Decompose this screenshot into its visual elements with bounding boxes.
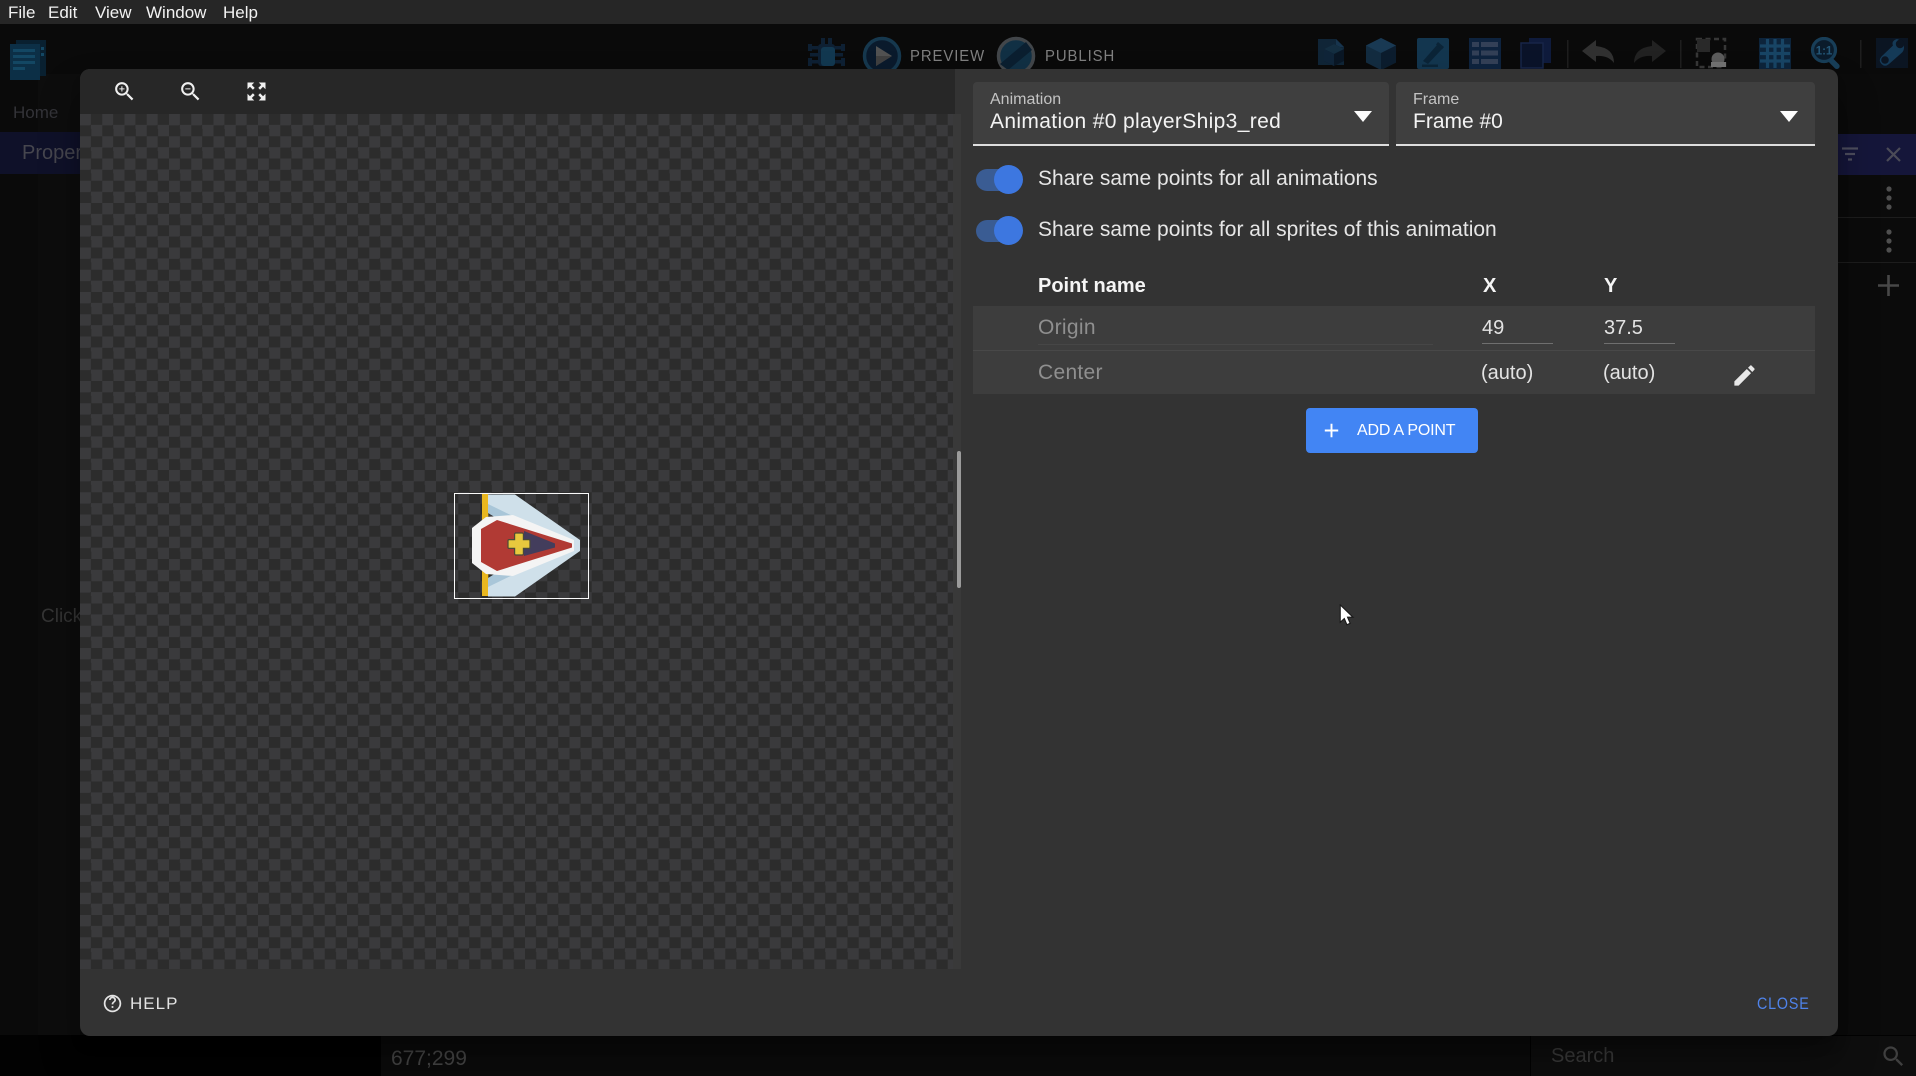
- svg-text:1:1: 1:1: [1816, 46, 1833, 58]
